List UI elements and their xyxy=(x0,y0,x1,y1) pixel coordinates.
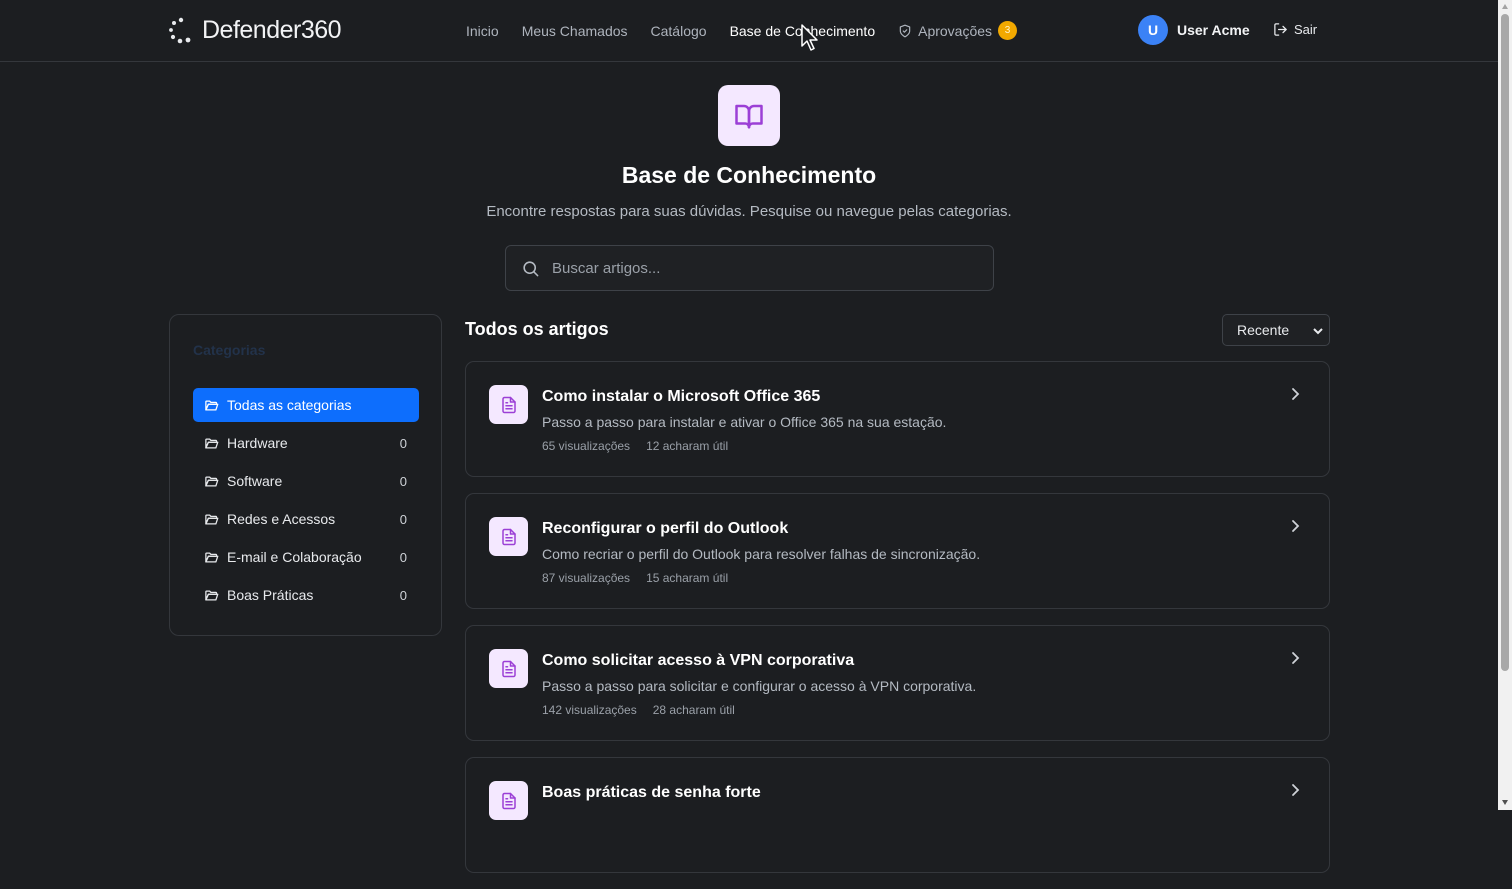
article-meta: 87 visualizações 15 acharam útil xyxy=(542,571,728,585)
article-helpful: 12 acharam útil xyxy=(646,439,729,453)
category-item-hardware[interactable]: Hardware 0 xyxy=(193,426,419,460)
nav-item-meus-chamados[interactable]: Meus Chamados xyxy=(522,22,628,40)
user-menu[interactable]: U User Acme xyxy=(1138,15,1250,45)
avatar: U xyxy=(1138,15,1168,45)
document-icon xyxy=(489,649,528,688)
category-label: Software xyxy=(227,473,283,489)
category-label: Boas Práticas xyxy=(227,587,314,603)
page-title: Base de Conhecimento xyxy=(621,162,877,188)
category-item-boas-praticas[interactable]: Boas Práticas 0 xyxy=(193,578,419,612)
article-title: Como instalar o Microsoft Office 365 xyxy=(542,388,821,405)
article-description: Como recriar o perfil do Outlook para re… xyxy=(542,546,981,562)
chevron-right-icon xyxy=(1292,520,1300,532)
category-count: 0 xyxy=(399,587,407,603)
search-input[interactable] xyxy=(552,259,952,277)
article-description: Passo a passo para solicitar e configura… xyxy=(542,678,977,694)
article-helpful: 15 acharam útil xyxy=(646,571,729,585)
categories-panel: Categorias Todas as categorias Hardware … xyxy=(169,314,442,636)
article-description: Passo a passo para instalar e ativar o O… xyxy=(542,414,947,430)
logout-icon xyxy=(1274,23,1287,36)
folder-open-icon xyxy=(205,590,219,600)
user-name: User Acme xyxy=(1177,22,1250,38)
nav-item-inicio[interactable]: Inicio xyxy=(466,22,499,40)
article-card[interactable]: Boas práticas de senha forte xyxy=(465,757,1330,873)
article-views: 142 visualizações xyxy=(542,703,637,717)
book-open-icon xyxy=(718,85,780,146)
article-card[interactable]: Como instalar o Microsoft Office 365 Pas… xyxy=(465,361,1330,477)
scroll-up-arrow-icon[interactable] xyxy=(1501,3,1509,11)
folder-open-icon xyxy=(205,400,219,410)
page-subtitle: Encontre respostas para suas dúvidas. Pe… xyxy=(486,203,1012,220)
article-card[interactable]: Reconfigurar o perfil do Outlook Como re… xyxy=(465,493,1330,609)
nav-item-aprovacoes-label: Aprovações xyxy=(918,22,993,39)
article-title: Reconfigurar o perfil do Outlook xyxy=(542,520,789,537)
document-icon xyxy=(489,385,528,424)
scrollbar-thumb[interactable] xyxy=(1501,14,1509,671)
category-count: 0 xyxy=(399,435,407,451)
article-views: 65 visualizações xyxy=(542,439,631,453)
category-item-todas[interactable]: Todas as categorias xyxy=(193,388,419,422)
article-title: Boas práticas de senha forte xyxy=(542,784,761,801)
category-label: Redes e Acessos xyxy=(227,511,336,527)
chevron-right-icon xyxy=(1292,652,1300,664)
document-icon xyxy=(489,517,528,556)
category-item-email[interactable]: E-mail e Colaboração 0 xyxy=(193,540,419,574)
chevron-down-icon xyxy=(1313,328,1323,335)
categories-title: Categorias xyxy=(193,342,266,358)
nav-item-aprovacoes[interactable]: Aprovações 3 xyxy=(898,21,1018,40)
chevron-right-icon xyxy=(1292,784,1300,796)
brand-name: Defender360 xyxy=(202,16,342,44)
folder-open-icon xyxy=(205,514,219,524)
category-item-software[interactable]: Software 0 xyxy=(193,464,419,498)
category-item-redes[interactable]: Redes e Acessos 0 xyxy=(193,502,419,536)
nav-item-catalogo[interactable]: Catálogo xyxy=(651,22,707,40)
chevron-right-icon xyxy=(1292,388,1300,400)
approvals-count-badge: 3 xyxy=(998,21,1018,40)
category-count: 0 xyxy=(399,473,407,489)
nav-item-base-conhecimento[interactable]: Base de Conhecimento xyxy=(730,22,876,40)
scroll-down-arrow-icon[interactable] xyxy=(1501,798,1509,806)
articles-section-title: Todos os artigos xyxy=(465,319,609,339)
sort-select[interactable]: Recente xyxy=(1222,314,1330,346)
brand-logo[interactable]: Defender360 xyxy=(168,16,342,45)
article-card[interactable]: Como solicitar acesso à VPN corporativa … xyxy=(465,625,1330,741)
search-icon xyxy=(523,260,539,276)
logout-label: Sair xyxy=(1294,22,1318,37)
logout-button[interactable]: Sair xyxy=(1273,22,1317,37)
folder-open-icon xyxy=(205,552,219,562)
article-views: 87 visualizações xyxy=(542,571,631,585)
shield-check-icon xyxy=(899,24,911,37)
article-title: Como solicitar acesso à VPN corporativa xyxy=(542,652,855,669)
sort-selected-value: Recente xyxy=(1237,322,1290,338)
category-count: 0 xyxy=(399,549,407,565)
top-navbar: Defender360 Inicio Meus Chamados Catálog… xyxy=(0,0,1498,62)
logo-dots-icon xyxy=(169,17,191,43)
article-meta: 142 visualizações 28 acharam útil xyxy=(542,703,735,717)
category-label: Hardware xyxy=(227,435,288,451)
search-box[interactable] xyxy=(505,245,994,291)
main-nav: Inicio Meus Chamados Catálogo Base de Co… xyxy=(466,21,1040,40)
folder-open-icon xyxy=(205,438,219,448)
category-label: E-mail e Colaboração xyxy=(227,549,362,565)
category-label: Todas as categorias xyxy=(227,397,352,413)
article-helpful: 28 acharam útil xyxy=(652,703,735,717)
category-count: 0 xyxy=(399,511,407,527)
category-list: Todas as categorias Hardware 0 Software … xyxy=(193,388,419,616)
folder-open-icon xyxy=(205,476,219,486)
article-meta: 65 visualizações 12 acharam útil xyxy=(542,439,728,453)
document-icon xyxy=(489,781,528,820)
